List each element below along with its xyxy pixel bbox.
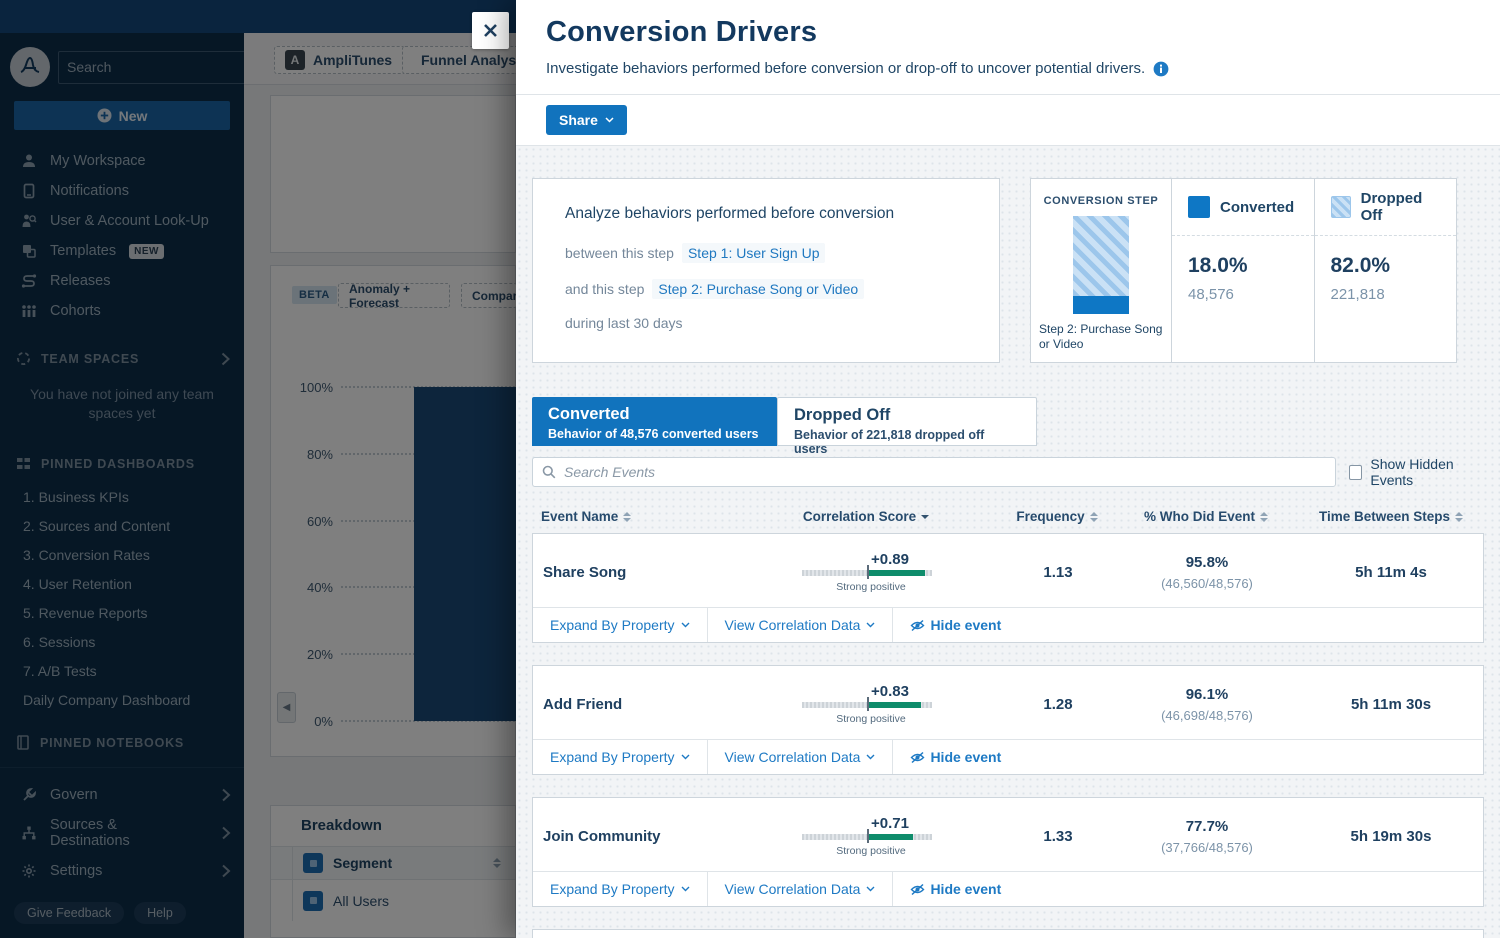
- info-icon[interactable]: [1153, 61, 1169, 77]
- summary-heading: Analyze behaviors performed before conve…: [565, 205, 967, 223]
- sort-icon: [1090, 512, 1098, 522]
- sort-icon: [623, 512, 631, 522]
- show-hidden-events-checkbox[interactable]: [1349, 465, 1362, 480]
- analysis-summary-card: Analyze behaviors performed before conve…: [532, 178, 1000, 363]
- event-name: Join Community: [533, 828, 733, 845]
- column-pct-who-did-event[interactable]: % Who Did Event: [1114, 509, 1298, 524]
- share-button[interactable]: Share: [546, 105, 627, 135]
- expand-by-property-button[interactable]: Expand By Property: [533, 608, 708, 642]
- events-table-header: Event Name Correlation Score Frequency %…: [532, 509, 1484, 533]
- pct-who-did-event-cell: 95.8% (46,560/48,576): [1115, 554, 1299, 591]
- frequency-value: 1.13: [1001, 564, 1115, 581]
- dropped-off-legend-label: Dropped Off: [1361, 190, 1440, 224]
- conversion-step-bar: [1073, 216, 1129, 314]
- chevron-down-icon: [681, 886, 690, 892]
- column-time-between-steps[interactable]: Time Between Steps: [1298, 509, 1484, 524]
- frequency-value: 1.28: [1001, 696, 1115, 713]
- expand-by-property-button[interactable]: Expand By Property: [533, 740, 708, 774]
- search-events-input[interactable]: [564, 464, 1326, 480]
- hide-event-button[interactable]: Hide event: [893, 872, 1018, 906]
- correlation-strength-label: Strong positive: [836, 845, 905, 857]
- time-between-steps-value: 5h 19m 30s: [1299, 828, 1483, 845]
- conversion-step-card: CONVERSION STEP Step 2: Purchase Song or…: [1030, 178, 1457, 363]
- converted-legend-swatch: [1188, 196, 1210, 218]
- dropped-off-legend-swatch: [1331, 196, 1351, 218]
- frequency-value: 1.33: [1001, 828, 1115, 845]
- view-correlation-data-button[interactable]: View Correlation Data: [708, 872, 894, 906]
- page-subtitle: Investigate behaviors performed before c…: [546, 60, 1145, 77]
- hide-event-button[interactable]: Hide event: [893, 740, 1018, 774]
- view-correlation-data-button[interactable]: View Correlation Data: [708, 740, 894, 774]
- time-between-steps-value: 5h 11m 4s: [1299, 564, 1483, 581]
- step-1-link[interactable]: Step 1: User Sign Up: [682, 243, 826, 263]
- during-label: during last 30 days: [565, 315, 683, 331]
- correlation-score-cell: +0.83 Strong positive: [733, 683, 1001, 725]
- dropped-off-bar-segment: [1073, 216, 1129, 296]
- chevron-down-icon: [681, 622, 690, 628]
- conversion-step-label: CONVERSION STEP: [1039, 195, 1163, 207]
- chevron-down-icon: [866, 622, 875, 628]
- event-ratio: (46,560/48,576): [1115, 576, 1299, 591]
- tab-dropped-off[interactable]: Dropped Off Behavior of 221,818 dropped …: [777, 397, 1037, 446]
- dropped-off-percentage: 82.0%: [1331, 254, 1441, 278]
- search-events-box: [532, 457, 1336, 487]
- chevron-down-icon: [866, 886, 875, 892]
- correlation-bar: [802, 702, 932, 708]
- sort-icon: [1455, 512, 1463, 522]
- chevron-down-icon: [681, 754, 690, 760]
- chevron-down-icon: [605, 117, 614, 123]
- chevron-down-icon: [866, 754, 875, 760]
- show-hidden-events-toggle[interactable]: Show Hidden Events: [1349, 456, 1484, 488]
- pct-who-did-event-cell: 77.7% (37,766/48,576): [1115, 818, 1299, 855]
- event-row-partial: [532, 929, 1484, 938]
- page-title: Conversion Drivers: [546, 16, 1470, 49]
- converted-legend-label: Converted: [1220, 199, 1294, 216]
- step-2-link[interactable]: Step 2: Purchase Song or Video: [652, 279, 864, 299]
- pct-who-did-event-cell: 96.1% (46,698/48,576): [1115, 686, 1299, 723]
- correlation-score-cell: +0.89 Strong positive: [733, 551, 1001, 593]
- search-icon: [542, 465, 556, 479]
- event-ratio: (46,698/48,576): [1115, 708, 1299, 723]
- sort-icon: [1260, 512, 1268, 522]
- time-between-steps-value: 5h 11m 30s: [1299, 696, 1483, 713]
- event-name: Share Song: [533, 564, 733, 581]
- converted-count: 48,576: [1188, 286, 1298, 303]
- expand-by-property-button[interactable]: Expand By Property: [533, 872, 708, 906]
- event-ratio: (37,766/48,576): [1115, 840, 1299, 855]
- and-step-label: and this step: [565, 281, 644, 297]
- close-button[interactable]: [472, 12, 509, 49]
- close-icon: [483, 23, 498, 38]
- eye-off-icon: [910, 751, 925, 764]
- column-frequency[interactable]: Frequency: [1000, 509, 1114, 524]
- app-window: New My Workspace Notifications User & Ac…: [0, 0, 1500, 938]
- tab-converted[interactable]: Converted Behavior of 48,576 converted u…: [532, 397, 777, 446]
- column-correlation-score[interactable]: Correlation Score: [732, 509, 1000, 524]
- event-row-join-community: Join Community +0.71 Strong positive 1.3…: [532, 797, 1484, 907]
- correlation-strength-label: Strong positive: [836, 713, 905, 725]
- event-row-share-song: Share Song +0.89 Strong positive 1.13 95…: [532, 533, 1484, 643]
- correlation-score-cell: +0.71 Strong positive: [733, 815, 1001, 857]
- correlation-strength-label: Strong positive: [836, 581, 905, 593]
- hide-event-button[interactable]: Hide event: [893, 608, 1018, 642]
- column-event-name[interactable]: Event Name: [532, 509, 732, 524]
- between-step-label: between this step: [565, 245, 674, 261]
- modal-scrim[interactable]: [0, 0, 516, 938]
- converted-percentage: 18.0%: [1188, 254, 1298, 278]
- view-correlation-data-button[interactable]: View Correlation Data: [708, 608, 894, 642]
- event-row-add-friend: Add Friend +0.83 Strong positive 1.28 96…: [532, 665, 1484, 775]
- converted-bar-segment: [1073, 296, 1129, 314]
- sort-desc-icon: [921, 515, 929, 519]
- eye-off-icon: [910, 883, 925, 896]
- conversion-drivers-panel: Conversion Drivers Investigate behaviors…: [516, 0, 1500, 938]
- conversion-step-caption: Step 2: Purchase Song or Video: [1039, 322, 1163, 352]
- correlation-bar: [802, 570, 932, 576]
- eye-off-icon: [910, 619, 925, 632]
- correlation-bar: [802, 834, 932, 840]
- dropped-off-count: 221,818: [1331, 286, 1441, 303]
- event-name: Add Friend: [533, 696, 733, 713]
